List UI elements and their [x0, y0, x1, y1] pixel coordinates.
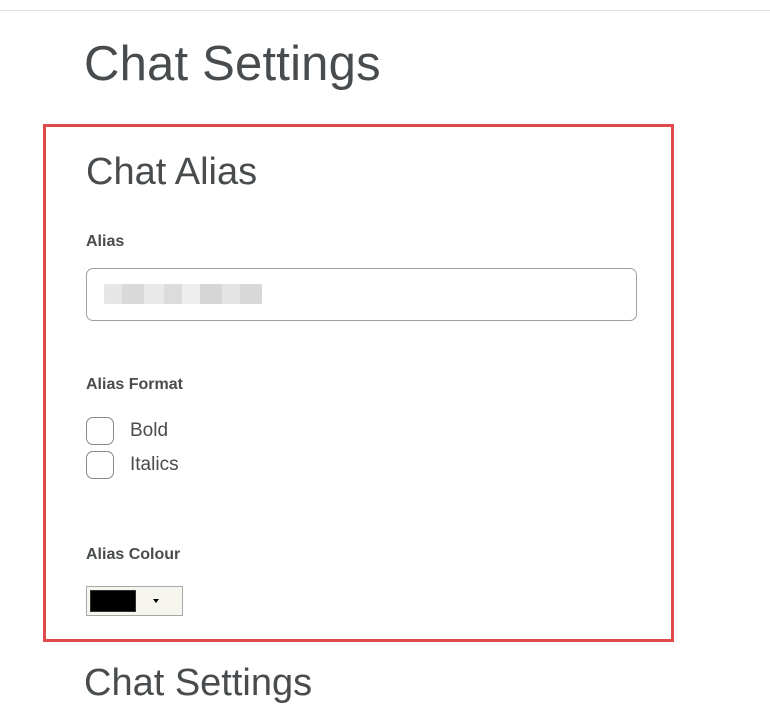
- alias-format-label: Alias Format: [86, 376, 183, 393]
- chat-alias-heading: Chat Alias: [86, 151, 258, 193]
- top-divider: [0, 10, 770, 11]
- colour-swatch: [90, 590, 136, 612]
- bold-option[interactable]: Bold: [86, 415, 168, 447]
- italics-checkbox[interactable]: [86, 451, 114, 479]
- italics-option[interactable]: Italics: [86, 449, 179, 481]
- alias-colour-picker[interactable]: [86, 586, 183, 616]
- redacted-alias-value: [104, 284, 262, 304]
- alias-label: Alias: [86, 233, 125, 250]
- page-title: Chat Settings: [84, 37, 381, 91]
- chat-alias-section: Chat Alias Alias Alias Format Bold Itali…: [43, 124, 674, 642]
- chat-settings-page: Chat Settings Chat Alias Alias Alias For…: [0, 0, 770, 721]
- chat-settings-heading: Chat Settings: [84, 662, 313, 704]
- italics-label: Italics: [130, 454, 179, 475]
- bold-label: Bold: [130, 420, 169, 441]
- chevron-down-icon: [153, 599, 159, 603]
- bold-checkbox[interactable]: [86, 417, 114, 445]
- alias-colour-label: Alias Colour: [86, 546, 181, 563]
